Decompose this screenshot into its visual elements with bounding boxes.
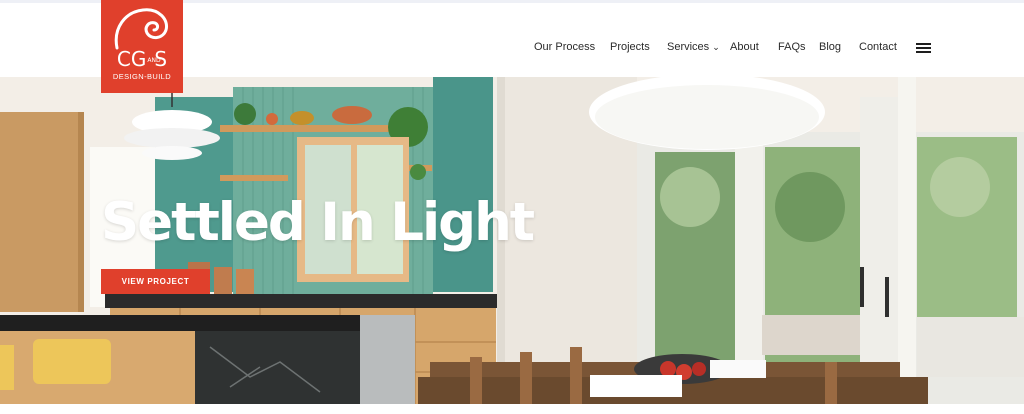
logo-wordmark: CGANDS bbox=[101, 49, 183, 69]
hamburger-menu-icon[interactable] bbox=[916, 43, 931, 53]
swirl-logo-icon bbox=[114, 8, 169, 50]
nav-about[interactable]: About bbox=[730, 41, 759, 53]
nav-our-process[interactable]: Our Process bbox=[534, 41, 595, 53]
hero-banner: Settled In Light VIEW PROJECT bbox=[0, 77, 1024, 404]
nav-projects[interactable]: Projects bbox=[610, 41, 650, 53]
logo-mark-and: AND bbox=[147, 56, 161, 64]
chevron-down-icon: ⌄ bbox=[712, 42, 720, 52]
nav-contact[interactable]: Contact bbox=[859, 41, 897, 53]
site-logo[interactable]: CGANDS DESIGN-BUILD bbox=[101, 0, 183, 93]
logo-mark-right: S bbox=[154, 47, 168, 71]
logo-subtitle: DESIGN-BUILD bbox=[112, 72, 172, 81]
nav-services-label: Services bbox=[667, 41, 710, 53]
view-project-button[interactable]: VIEW PROJECT bbox=[101, 269, 210, 294]
page-bottom-strip bbox=[0, 404, 1024, 414]
logo-mark-left: CG bbox=[116, 47, 147, 71]
nav-faqs[interactable]: FAQs bbox=[778, 41, 806, 53]
hero-title: Settled In Light bbox=[101, 192, 535, 253]
nav-blog[interactable]: Blog bbox=[819, 41, 841, 53]
nav-services[interactable]: Services ⌄ bbox=[667, 41, 720, 53]
